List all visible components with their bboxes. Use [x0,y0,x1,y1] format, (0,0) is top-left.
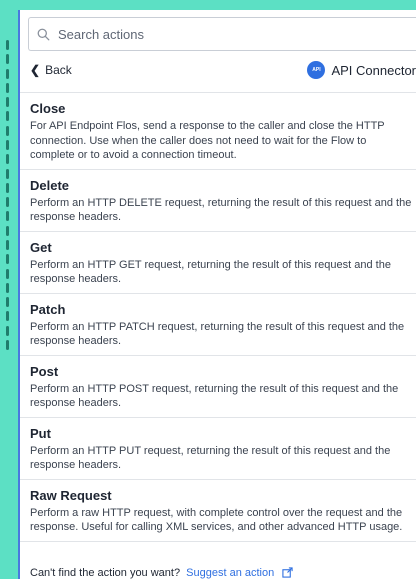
connector-badge-text: API [312,67,321,73]
action-item-post[interactable]: Post Perform an HTTP POST request, retur… [20,356,416,418]
back-label: Back [45,63,72,77]
action-list: Close For API Endpoint Flos, send a resp… [20,92,416,542]
action-item-delete[interactable]: Delete Perform an HTTP DELETE request, r… [20,170,416,232]
action-description: Perform an HTTP POST request, returning … [30,382,399,410]
action-title: Put [30,425,51,441]
external-link-icon[interactable] [282,567,293,578]
action-title: Get [30,239,52,255]
action-description: Perform an HTTP PUT request, returning t… [30,444,391,472]
action-item-patch[interactable]: Patch Perform an HTTP PATCH request, ret… [20,294,416,356]
action-title: Patch [30,301,66,317]
action-title: Close [30,101,66,116]
action-title: Delete [30,177,70,193]
footer-help: Can't find the action you want? Suggest … [30,567,416,579]
nav-bar: ❮ Back API API Connector [30,56,416,84]
action-description: Perform an HTTP PATCH request, returning… [30,320,405,348]
action-item-close[interactable]: Close For API Endpoint Flos, send a resp… [20,93,416,170]
connector-header: API API Connector [307,61,416,79]
action-item-get[interactable]: Get Perform an HTTP GET request, returni… [20,232,416,294]
back-button[interactable]: ❮ Back [30,63,72,77]
action-item-put[interactable]: Put Perform an HTTP PUT request, returni… [20,418,416,480]
search-input[interactable] [56,25,360,43]
suggest-action-link[interactable]: Suggest an action [186,567,274,579]
chevron-left-icon: ❮ [30,63,41,77]
action-description: Perform a raw HTTP request, with complet… [30,506,403,534]
action-description: Perform an HTTP GET request, returning t… [30,258,391,286]
search-icon [37,28,50,40]
background-strip [0,0,18,579]
action-picker-panel: ❮ Back API API Connector Close For API E… [18,10,416,579]
api-connector-icon: API [307,61,326,79]
action-description: Perform an HTTP DELETE request, returnin… [30,196,412,224]
action-title: Post [30,363,59,379]
connector-name: API Connector [331,62,416,78]
search-box[interactable] [28,17,416,51]
action-title: Raw Request [30,487,112,503]
decorative-marks [3,40,11,350]
footer-text: Can't find the action you want? [30,567,181,579]
action-item-raw-request[interactable]: Raw Request Perform a raw HTTP request, … [20,480,416,542]
action-description: For API Endpoint Flos, send a response t… [30,120,385,161]
